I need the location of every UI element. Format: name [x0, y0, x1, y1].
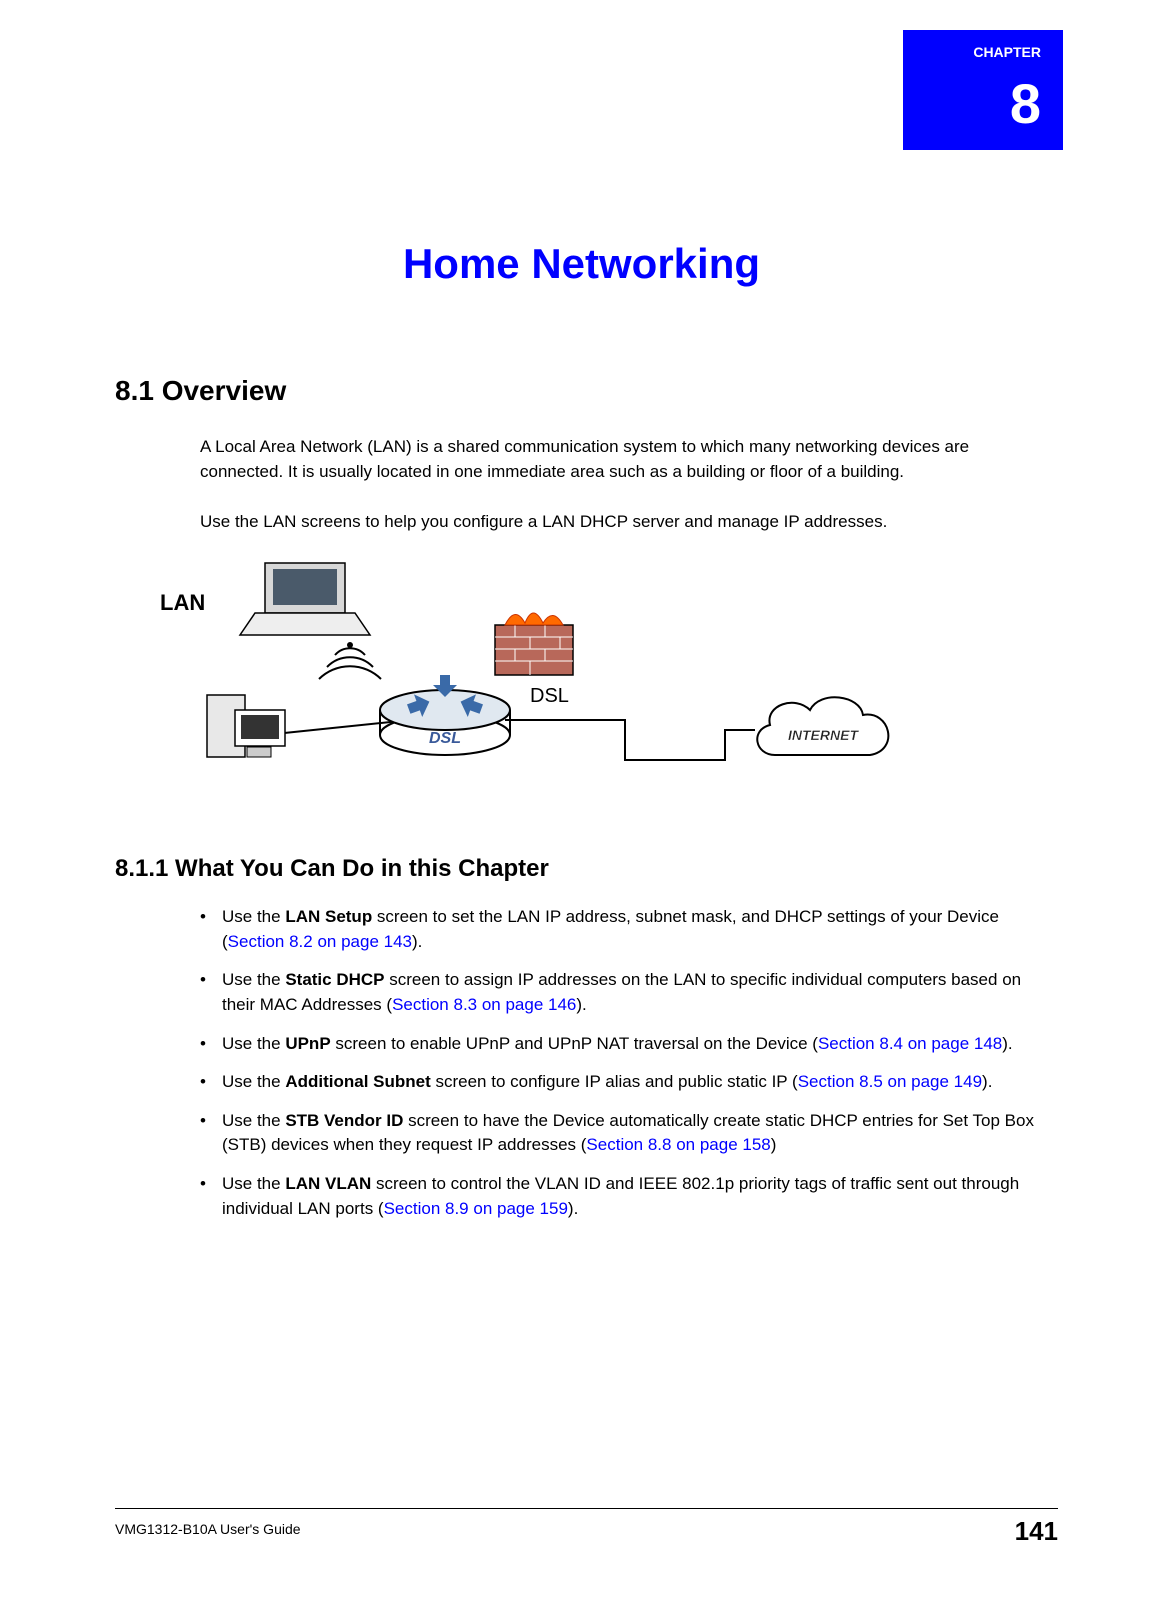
overview-para-2: Use the LAN screens to help you configur…: [200, 510, 1043, 535]
chapter-badge: CHAPTER 8: [903, 30, 1063, 150]
text: ).: [982, 1072, 992, 1091]
list-item: Use the STB Vendor ID screen to have the…: [200, 1109, 1043, 1158]
bold-term: UPnP: [285, 1034, 330, 1053]
text: Use the: [222, 1174, 285, 1193]
network-diagram: LAN DSL: [195, 555, 915, 785]
firewall-icon: [495, 613, 573, 675]
cross-reference-link[interactable]: Section 8.3 on page 146: [392, 995, 576, 1014]
footer-page-number: 141: [1015, 1516, 1058, 1547]
list-item: Use the UPnP screen to enable UPnP and U…: [200, 1032, 1043, 1057]
text: screen to enable UPnP and UPnP NAT trave…: [331, 1034, 818, 1053]
text: Use the: [222, 1072, 285, 1091]
text: ): [771, 1135, 777, 1154]
bold-term: STB Vendor ID: [285, 1111, 403, 1130]
diagram-svg: DSL: [195, 555, 915, 785]
bold-term: Additional Subnet: [285, 1072, 430, 1091]
text: Use the: [222, 1034, 285, 1053]
text: Use the: [222, 970, 285, 989]
list-item: Use the Static DHCP screen to assign IP …: [200, 968, 1043, 1017]
text: Use the: [222, 1111, 285, 1130]
text: ).: [1002, 1034, 1012, 1053]
router-icon: DSL: [380, 675, 510, 755]
text: ).: [412, 932, 422, 951]
cross-reference-link[interactable]: Section 8.5 on page 149: [798, 1072, 982, 1091]
bullet-list: Use the LAN Setup screen to set the LAN …: [200, 905, 1043, 1235]
section-heading-overview: 8.1 Overview: [115, 375, 286, 407]
diagram-lan-label: LAN: [160, 590, 205, 616]
text: ).: [576, 995, 586, 1014]
chapter-number: 8: [1010, 76, 1041, 132]
bold-term: Static DHCP: [285, 970, 384, 989]
wifi-icon: [319, 643, 381, 679]
footer-guide-title: VMG1312-B10A User's Guide: [115, 1521, 301, 1537]
subsection-heading: 8.1.1 What You Can Do in this Chapter: [115, 855, 549, 883]
internet-cloud-icon: INTERNET: [757, 697, 888, 755]
desktop-icon: [207, 695, 285, 757]
text: Use the: [222, 907, 285, 926]
chapter-title: Home Networking: [0, 240, 1163, 288]
page: CHAPTER 8 Home Networking 8.1 Overview A…: [0, 0, 1163, 1597]
overview-para-1: A Local Area Network (LAN) is a shared c…: [200, 435, 1043, 484]
cross-reference-link[interactable]: Section 8.9 on page 159: [384, 1199, 568, 1218]
cross-reference-link[interactable]: Section 8.2 on page 143: [228, 932, 412, 951]
diagram-internet-label: INTERNET: [788, 727, 859, 743]
text: screen to configure IP alias and public …: [431, 1072, 798, 1091]
cross-reference-link[interactable]: Section 8.4 on page 148: [818, 1034, 1002, 1053]
laptop-icon: [240, 563, 370, 635]
diagram-dsl-label: DSL: [530, 685, 569, 708]
list-item: Use the LAN VLAN screen to control the V…: [200, 1172, 1043, 1221]
svg-text:DSL: DSL: [429, 730, 461, 747]
chapter-sub-label: CHAPTER: [973, 44, 1041, 60]
cross-reference-link[interactable]: Section 8.8 on page 158: [586, 1135, 770, 1154]
text: ).: [568, 1199, 578, 1218]
list-item: Use the LAN Setup screen to set the LAN …: [200, 905, 1043, 954]
bold-term: LAN VLAN: [285, 1174, 371, 1193]
footer-rule: [115, 1508, 1058, 1509]
list-item: Use the Additional Subnet screen to conf…: [200, 1070, 1043, 1095]
bold-term: LAN Setup: [285, 907, 372, 926]
